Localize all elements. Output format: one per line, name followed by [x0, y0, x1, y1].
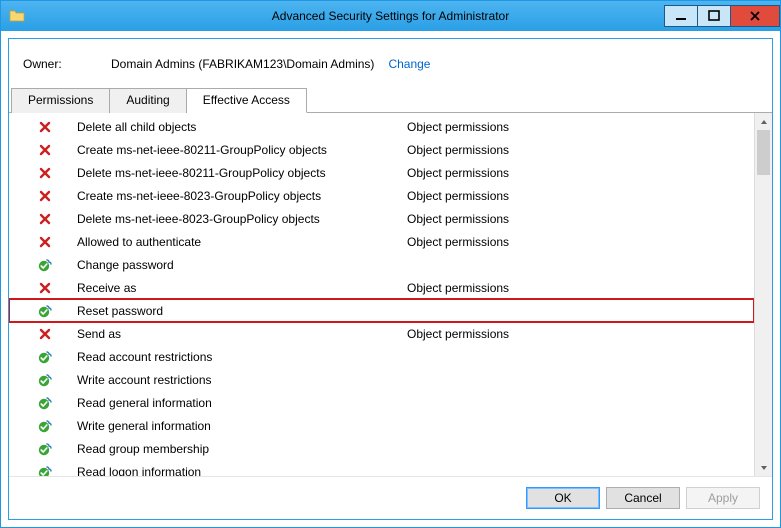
- cancel-button[interactable]: Cancel: [606, 487, 680, 509]
- permission-name: Delete all child objects: [75, 120, 407, 134]
- allow-icon: [15, 349, 75, 365]
- allow-icon: [15, 303, 75, 319]
- permission-name: Reset password: [75, 304, 407, 318]
- permission-name: Read account restrictions: [75, 350, 407, 364]
- owner-label: Owner:: [23, 57, 111, 71]
- permission-row[interactable]: Read account restrictions: [9, 345, 754, 368]
- maximize-button[interactable]: [698, 5, 731, 27]
- permission-name: Create ms-net-ieee-80211-GroupPolicy obj…: [75, 143, 407, 157]
- permission-row[interactable]: Delete ms-net-ieee-80211-GroupPolicy obj…: [9, 161, 754, 184]
- tab-effective-access[interactable]: Effective Access: [187, 88, 307, 113]
- permission-row[interactable]: Send asObject permissions: [9, 322, 754, 345]
- permission-row[interactable]: Write general information: [9, 414, 754, 437]
- access-limited-by: Object permissions: [407, 120, 754, 134]
- access-limited-by: Object permissions: [407, 235, 754, 249]
- deny-icon: [15, 327, 75, 341]
- access-limited-by: Object permissions: [407, 327, 754, 341]
- access-limited-by: Object permissions: [407, 166, 754, 180]
- permission-row[interactable]: Change password: [9, 253, 754, 276]
- deny-icon: [15, 120, 75, 134]
- folder-icon: [9, 8, 25, 24]
- scroll-thumb[interactable]: [757, 130, 770, 175]
- permission-name: Delete ms-net-ieee-8023-GroupPolicy obje…: [75, 212, 407, 226]
- deny-icon: [15, 235, 75, 249]
- scroll-track[interactable]: [755, 130, 772, 459]
- permission-row[interactable]: Create ms-net-ieee-80211-GroupPolicy obj…: [9, 138, 754, 161]
- deny-icon: [15, 189, 75, 203]
- tab-auditing[interactable]: Auditing: [110, 88, 186, 113]
- permission-row[interactable]: Delete ms-net-ieee-8023-GroupPolicy obje…: [9, 207, 754, 230]
- dialog-button-row: OK Cancel Apply: [9, 476, 772, 519]
- tab-permissions[interactable]: Permissions: [11, 88, 110, 113]
- allow-icon: [15, 441, 75, 457]
- permission-name: Read general information: [75, 396, 407, 410]
- deny-icon: [15, 281, 75, 295]
- title-bar: Advanced Security Settings for Administr…: [1, 1, 780, 31]
- permission-name: Change password: [75, 258, 407, 272]
- permission-name: Read group membership: [75, 442, 407, 456]
- permission-row[interactable]: Reset password: [9, 299, 754, 322]
- allow-icon: [15, 395, 75, 411]
- permission-name: Write account restrictions: [75, 373, 407, 387]
- access-limited-by: Object permissions: [407, 189, 754, 203]
- access-limited-by: Object permissions: [407, 143, 754, 157]
- permission-row[interactable]: Write account restrictions: [9, 368, 754, 391]
- deny-icon: [15, 212, 75, 226]
- access-limited-by: Object permissions: [407, 212, 754, 226]
- access-limited-by: Object permissions: [407, 281, 754, 295]
- allow-icon: [15, 257, 75, 273]
- permission-row[interactable]: Allowed to authenticateObject permission…: [9, 230, 754, 253]
- permission-name: Write general information: [75, 419, 407, 433]
- permission-row[interactable]: Receive asObject permissions: [9, 276, 754, 299]
- close-button[interactable]: [731, 5, 780, 27]
- permission-row[interactable]: Read group membership: [9, 437, 754, 460]
- change-owner-link[interactable]: Change: [388, 57, 430, 71]
- owner-value: Domain Admins (FABRIKAM123\Domain Admins…: [111, 57, 374, 71]
- allow-icon: [15, 464, 75, 477]
- permission-name: Create ms-net-ieee-8023-GroupPolicy obje…: [75, 189, 407, 203]
- tab-strip: Permissions Auditing Effective Access: [9, 87, 772, 113]
- permission-name: Delete ms-net-ieee-80211-GroupPolicy obj…: [75, 166, 407, 180]
- scroll-down-arrow[interactable]: [755, 459, 772, 476]
- allow-icon: [15, 372, 75, 388]
- permission-name: Read logon information: [75, 465, 407, 477]
- deny-icon: [15, 143, 75, 157]
- owner-row: Owner: Domain Admins (FABRIKAM123\Domain…: [9, 39, 772, 87]
- permission-name: Send as: [75, 327, 407, 341]
- ok-button[interactable]: OK: [526, 487, 600, 509]
- allow-icon: [15, 418, 75, 434]
- permission-name: Receive as: [75, 281, 407, 295]
- apply-button[interactable]: Apply: [686, 487, 760, 509]
- deny-icon: [15, 166, 75, 180]
- permission-row[interactable]: Read general information: [9, 391, 754, 414]
- minimize-button[interactable]: [664, 5, 698, 27]
- effective-access-list: Delete all child objectsObject permissio…: [9, 113, 754, 476]
- permission-row[interactable]: Read logon information: [9, 460, 754, 476]
- vertical-scrollbar[interactable]: [754, 113, 772, 476]
- permission-row[interactable]: Create ms-net-ieee-8023-GroupPolicy obje…: [9, 184, 754, 207]
- permission-name: Allowed to authenticate: [75, 235, 407, 249]
- scroll-up-arrow[interactable]: [755, 113, 772, 130]
- permission-row[interactable]: Delete all child objectsObject permissio…: [9, 115, 754, 138]
